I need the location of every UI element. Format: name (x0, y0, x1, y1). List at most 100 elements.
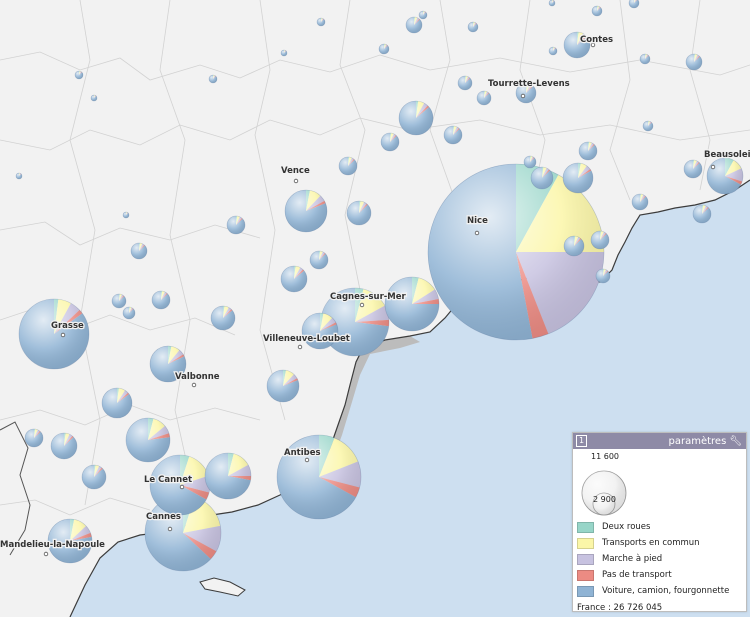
city-marker (710, 164, 716, 170)
city-label[interactable]: Villeneuve-Loubet (262, 333, 351, 346)
commune-pie[interactable] (284, 189, 328, 233)
pie-gloss (280, 49, 288, 57)
commune-pie[interactable] (149, 454, 211, 516)
commune-pie[interactable] (280, 265, 308, 293)
size-small-label: 2 900 (593, 495, 616, 504)
commune-pie[interactable] (74, 70, 84, 80)
commune-pie[interactable] (548, 0, 556, 7)
pie-gloss (384, 276, 440, 332)
commune-pie[interactable] (457, 75, 473, 91)
commune-pie[interactable] (639, 53, 651, 65)
pie-gloss (639, 53, 651, 65)
commune-pie[interactable] (631, 193, 649, 211)
pie-gloss (457, 75, 473, 91)
legend-panel: 1 paramètres 🔧︎ 11 600 2 900 Deux roues … (572, 432, 747, 613)
pie-gloss (590, 230, 610, 250)
city-label[interactable]: Cannes (145, 511, 182, 524)
city-label[interactable]: Contes (579, 34, 615, 47)
commune-pie[interactable] (266, 369, 300, 403)
city-marker (167, 526, 173, 532)
commune-pie[interactable] (578, 141, 598, 161)
commune-pie[interactable] (642, 120, 654, 132)
commune-pie[interactable] (111, 293, 127, 309)
commune-pie[interactable] (590, 230, 610, 250)
commune-pie[interactable] (384, 276, 440, 332)
pie-gloss (562, 162, 594, 194)
city-marker (297, 344, 303, 350)
commune-pie[interactable] (378, 43, 390, 55)
commune-pie[interactable] (101, 387, 133, 419)
city-label[interactable]: Mandelieu-la-Napoule (0, 539, 106, 552)
commune-pie[interactable] (706, 157, 744, 195)
size-legend: 11 600 2 900 (573, 449, 746, 519)
pie-gloss (309, 250, 329, 270)
city-label[interactable]: Grasse (50, 320, 86, 333)
city-label[interactable]: Antibes (283, 447, 322, 460)
commune-pie[interactable] (683, 159, 703, 179)
commune-pie[interactable] (476, 90, 492, 106)
commune-pie[interactable] (443, 125, 463, 145)
commune-pie[interactable] (122, 306, 136, 320)
commune-pie[interactable] (405, 16, 423, 34)
legend-title[interactable]: paramètres (669, 436, 727, 447)
commune-pie[interactable] (90, 94, 98, 102)
commune-pie[interactable] (122, 211, 130, 219)
city-label[interactable]: Le Cannet (143, 474, 194, 487)
commune-pie[interactable] (226, 215, 246, 235)
pie-gloss (692, 204, 712, 224)
commune-pie[interactable] (591, 5, 603, 17)
commune-pie[interactable] (548, 46, 558, 56)
commune-pie[interactable] (151, 290, 171, 310)
city-label[interactable]: Nice (466, 215, 490, 228)
commune-pie[interactable] (692, 204, 712, 224)
commune-pie[interactable] (125, 417, 171, 463)
city-label[interactable]: Beausoleil (703, 149, 750, 162)
legend-number[interactable]: 1 (576, 435, 587, 447)
pie-gloss (591, 5, 603, 17)
commune-pie[interactable] (346, 200, 372, 226)
commune-pie[interactable] (15, 172, 23, 180)
commune-pie[interactable] (208, 74, 218, 84)
commune-pie[interactable] (398, 100, 434, 136)
pie-gloss (346, 200, 372, 226)
commune-pie[interactable] (418, 10, 428, 20)
pie-gloss (642, 120, 654, 132)
pie-gloss (563, 235, 585, 257)
commune-pie[interactable] (523, 155, 537, 169)
commune-pie[interactable] (50, 432, 78, 460)
pie-gloss (316, 17, 326, 27)
commune-pie[interactable] (130, 242, 148, 260)
pie-gloss (284, 189, 328, 233)
pie-gloss (631, 193, 649, 211)
commune-pie[interactable] (210, 305, 236, 331)
city-label[interactable]: Cagnes-sur-Mer (329, 291, 408, 304)
legend-header[interactable]: 1 paramètres 🔧︎ (573, 433, 746, 449)
pie-gloss (706, 157, 744, 195)
commune-pie[interactable] (628, 0, 640, 9)
commune-pie[interactable] (81, 464, 107, 490)
city-marker (304, 457, 310, 463)
commune-pie[interactable] (595, 268, 611, 284)
commune-pie[interactable] (380, 132, 400, 152)
pie-gloss (122, 306, 136, 320)
commune-pie[interactable] (562, 162, 594, 194)
city-label[interactable]: Valbonne (174, 371, 221, 384)
legend-total: France : 26 726 045 (577, 603, 663, 613)
commune-pie[interactable] (563, 235, 585, 257)
commune-pie[interactable] (280, 49, 288, 57)
city-label[interactable]: Tourrette-Levens (487, 78, 571, 91)
commune-pie[interactable] (316, 17, 326, 27)
swatch (577, 537, 594, 549)
pie-gloss (15, 172, 23, 180)
commune-pie[interactable] (467, 21, 479, 33)
commune-pie[interactable] (204, 452, 252, 500)
commune-pie[interactable] (338, 156, 358, 176)
pie-gloss (398, 100, 434, 136)
commune-pie[interactable] (309, 250, 329, 270)
commune-pie[interactable] (685, 53, 703, 71)
commune-pie[interactable] (530, 166, 554, 190)
commune-pie[interactable] (18, 298, 90, 370)
city-label[interactable]: Vence (280, 165, 311, 178)
commune-pie[interactable] (24, 428, 44, 448)
wrench-icon[interactable]: 🔧︎ (729, 436, 742, 447)
